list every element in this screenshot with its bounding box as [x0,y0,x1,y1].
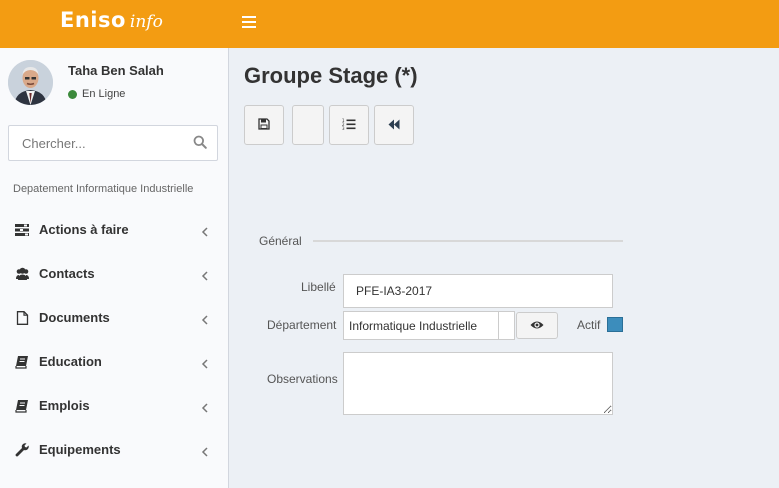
user-status: En Ligne [68,88,125,100]
page-title: Groupe Stage (*) [244,63,418,88]
departement-select[interactable]: Informatique Industrielle [343,311,515,340]
libelle-label: Libellé [301,280,336,294]
chevron-left-icon [201,357,209,369]
chevron-left-icon [201,225,209,237]
brand-logo[interactable]: Eniso info [60,8,163,44]
sidebar-item-label: Actions à faire [39,222,129,237]
departement-value: Informatique Industrielle [349,319,478,333]
chevron-left-icon [201,269,209,281]
actif-checkbox[interactable] [607,317,623,332]
sidebar-item-label: Emplois [39,398,90,413]
sidebar-item-equipements[interactable]: Equipements [0,428,228,472]
eye-icon [530,318,544,333]
sidebar-item-contacts[interactable]: Contacts [0,252,228,296]
sidebar-item-label: Education [39,354,102,369]
list-button[interactable]: 123 [329,105,369,145]
chevron-left-icon [201,401,209,413]
sidebar-item-education[interactable]: Education [0,340,228,384]
brand-suffix: info [129,12,163,32]
libelle-input[interactable] [343,274,613,308]
sidebar-item-emplois[interactable]: Emplois [0,384,228,428]
sidebar-menu: Actions à faire Contacts Documents Educa… [0,208,228,472]
search-icon[interactable] [193,135,209,151]
search-box [8,125,218,161]
sidebar-item-actions[interactable]: Actions à faire [0,208,228,252]
search-input[interactable] [9,126,179,160]
observations-textarea[interactable] [343,352,613,415]
sidebar-item-documents[interactable]: Documents [0,296,228,340]
observations-label: Observations [267,372,338,386]
save-button[interactable] [244,105,284,145]
ordered-list-icon: 123 [342,118,356,133]
fieldset-divider [313,240,623,242]
sidebar-section-header: Depatement Informatique Industrielle [13,183,194,195]
chevron-left-icon [201,445,209,457]
view-departement-button[interactable] [516,312,558,339]
status-label: En Ligne [82,88,126,100]
back-button[interactable] [374,105,414,145]
users-icon [15,267,30,281]
actif-label: Actif [577,318,601,332]
tasks-icon [15,223,30,237]
user-name: Taha Ben Salah [68,63,164,78]
top-bar: Eniso info [0,0,779,48]
fieldset-legend: Général [259,234,302,248]
fast-backward-icon [388,118,400,133]
brand-name: Eniso [60,8,126,32]
floppy-icon [258,117,270,133]
file-icon [15,311,30,325]
online-dot-icon [68,89,77,99]
wrench-icon [15,443,30,457]
sidebar-toggle-icon[interactable] [242,16,256,30]
blank-button[interactable] [292,105,324,145]
avatar [8,60,53,105]
sidebar-item-label: Contacts [39,266,95,281]
chevron-left-icon [201,313,209,325]
departement-label: Département [267,318,337,332]
user-panel: Taha Ben Salah En Ligne [8,60,223,106]
book-icon [15,399,30,413]
book-icon [15,355,30,369]
svg-text:3: 3 [342,126,345,130]
sidebar: Taha Ben Salah En Ligne Depatement Infor… [0,48,229,488]
select-divider [498,312,499,339]
sidebar-item-label: Equipements [39,442,121,457]
sidebar-item-label: Documents [39,310,110,325]
